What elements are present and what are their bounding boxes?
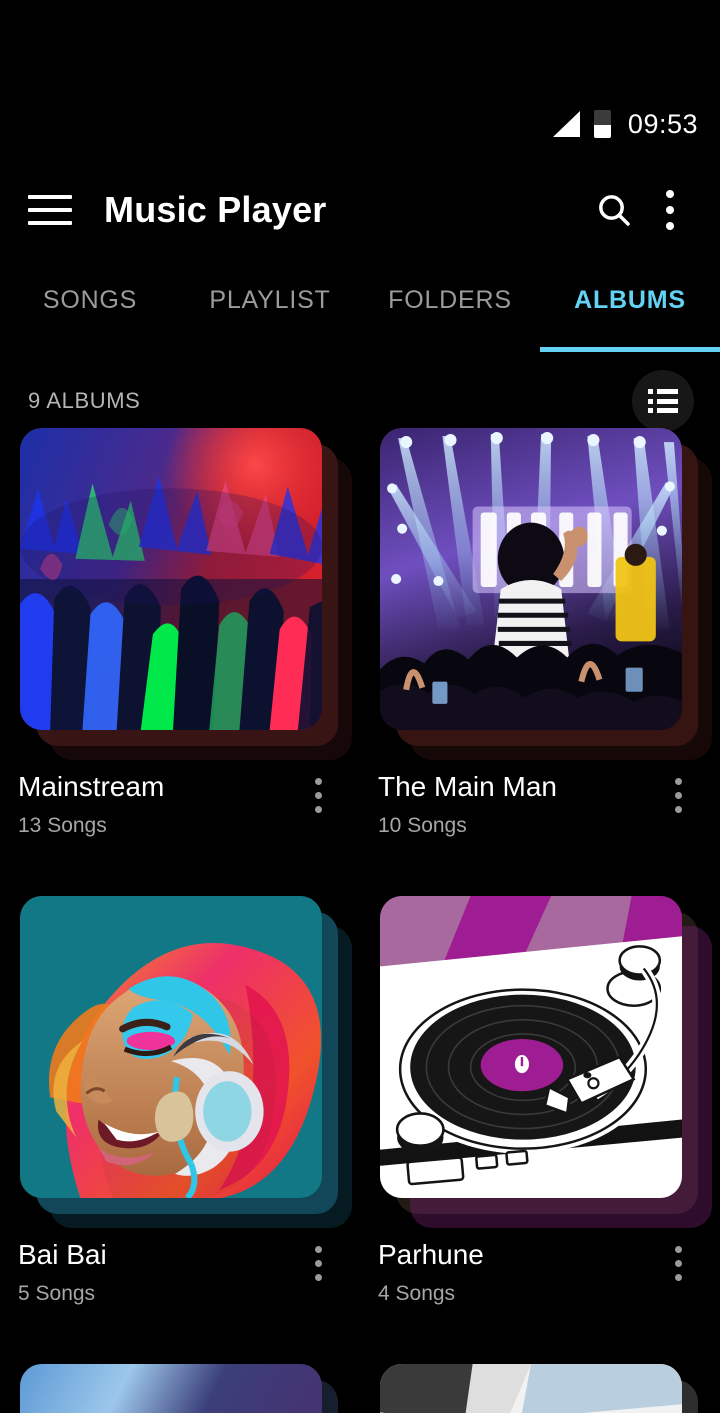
album-cover-art[interactable] bbox=[20, 1364, 322, 1413]
tab-label: FOLDERS bbox=[388, 286, 512, 314]
album-count-label: 9 ALBUMS bbox=[28, 388, 141, 413]
status-icon-group: 09:53 bbox=[552, 108, 698, 139]
album-info: Parhune 4 Songs bbox=[378, 1240, 702, 1305]
tab-folders[interactable]: FOLDERS bbox=[360, 262, 540, 352]
album-card[interactable]: The Main Man 10 Songs bbox=[360, 428, 720, 896]
tab-indicator bbox=[360, 347, 540, 352]
album-card[interactable] bbox=[0, 1364, 360, 1413]
album-cover-art[interactable] bbox=[20, 428, 322, 730]
album-card[interactable] bbox=[360, 1364, 720, 1413]
battery-low-icon bbox=[593, 110, 611, 138]
album-song-count: 5 Songs bbox=[18, 1281, 96, 1305]
album-cover-art[interactable] bbox=[380, 428, 682, 730]
signal-bars-icon bbox=[552, 111, 581, 137]
tab-label: SONGS bbox=[42, 286, 138, 314]
status-clock: 09:53 bbox=[627, 108, 698, 139]
hamburger-menu-icon[interactable] bbox=[28, 195, 72, 225]
album-info: Mainstream 13 Songs bbox=[18, 772, 342, 837]
album-title: Mainstream bbox=[18, 772, 165, 802]
album-grid[interactable]: Mainstream 13 Songs The Main Man 10 Song… bbox=[0, 428, 720, 1413]
tab-albums[interactable]: ALBUMS bbox=[540, 262, 720, 352]
tab-indicator bbox=[0, 347, 180, 352]
app-bar: Music Player bbox=[0, 160, 720, 260]
tab-indicator bbox=[180, 347, 360, 352]
album-song-count: 13 Songs bbox=[18, 813, 107, 837]
status-bar: 09:53 bbox=[0, 0, 720, 160]
tab-label: PLAYLIST bbox=[209, 286, 331, 314]
album-overflow-icon[interactable] bbox=[658, 774, 698, 816]
album-overflow-icon[interactable] bbox=[298, 1242, 338, 1284]
page-title: Music Player bbox=[104, 189, 327, 230]
album-overflow-icon[interactable] bbox=[298, 774, 338, 816]
album-song-count: 4 Songs bbox=[378, 1281, 456, 1305]
albums-toolbar: 9 ALBUMS bbox=[0, 370, 720, 432]
album-song-count: 10 Songs bbox=[378, 813, 467, 837]
album-title: The Main Man bbox=[378, 772, 557, 802]
album-overflow-icon[interactable] bbox=[658, 1242, 698, 1284]
album-info: The Main Man 10 Songs bbox=[378, 772, 702, 837]
album-title: Bai Bai bbox=[18, 1240, 107, 1270]
album-cover-art[interactable] bbox=[20, 896, 322, 1198]
tab-label: ALBUMS bbox=[574, 286, 686, 314]
search-icon[interactable] bbox=[586, 182, 642, 238]
album-card[interactable]: Mainstream 13 Songs bbox=[0, 428, 360, 896]
list-view-icon[interactable] bbox=[632, 370, 694, 432]
album-title: Parhune bbox=[378, 1240, 484, 1270]
tab-indicator bbox=[540, 347, 720, 352]
tab-bar: SONGS PLAYLIST FOLDERS ALBUMS bbox=[0, 262, 720, 352]
album-cover-art[interactable] bbox=[380, 896, 682, 1198]
overflow-menu-icon[interactable] bbox=[642, 182, 698, 238]
album-card[interactable]: Bai Bai 5 Songs bbox=[0, 896, 360, 1364]
tab-playlist[interactable]: PLAYLIST bbox=[180, 262, 360, 352]
album-card[interactable]: Parhune 4 Songs bbox=[360, 896, 720, 1364]
tab-songs[interactable]: SONGS bbox=[0, 262, 180, 352]
album-cover-art[interactable] bbox=[380, 1364, 682, 1413]
album-info: Bai Bai 5 Songs bbox=[18, 1240, 342, 1305]
